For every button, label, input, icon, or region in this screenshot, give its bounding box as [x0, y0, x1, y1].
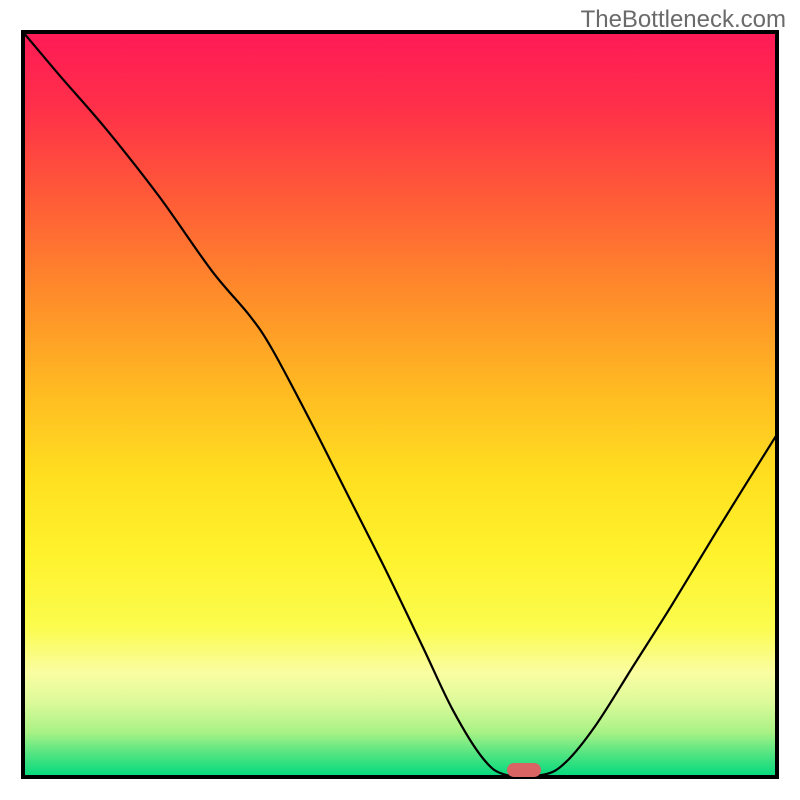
watermark-text: TheBottleneck.com — [581, 6, 786, 34]
chart-svg — [0, 0, 800, 800]
chart-container: TheBottleneck.com — [0, 0, 800, 800]
optimal-marker — [507, 763, 541, 777]
plot-background — [23, 32, 777, 777]
